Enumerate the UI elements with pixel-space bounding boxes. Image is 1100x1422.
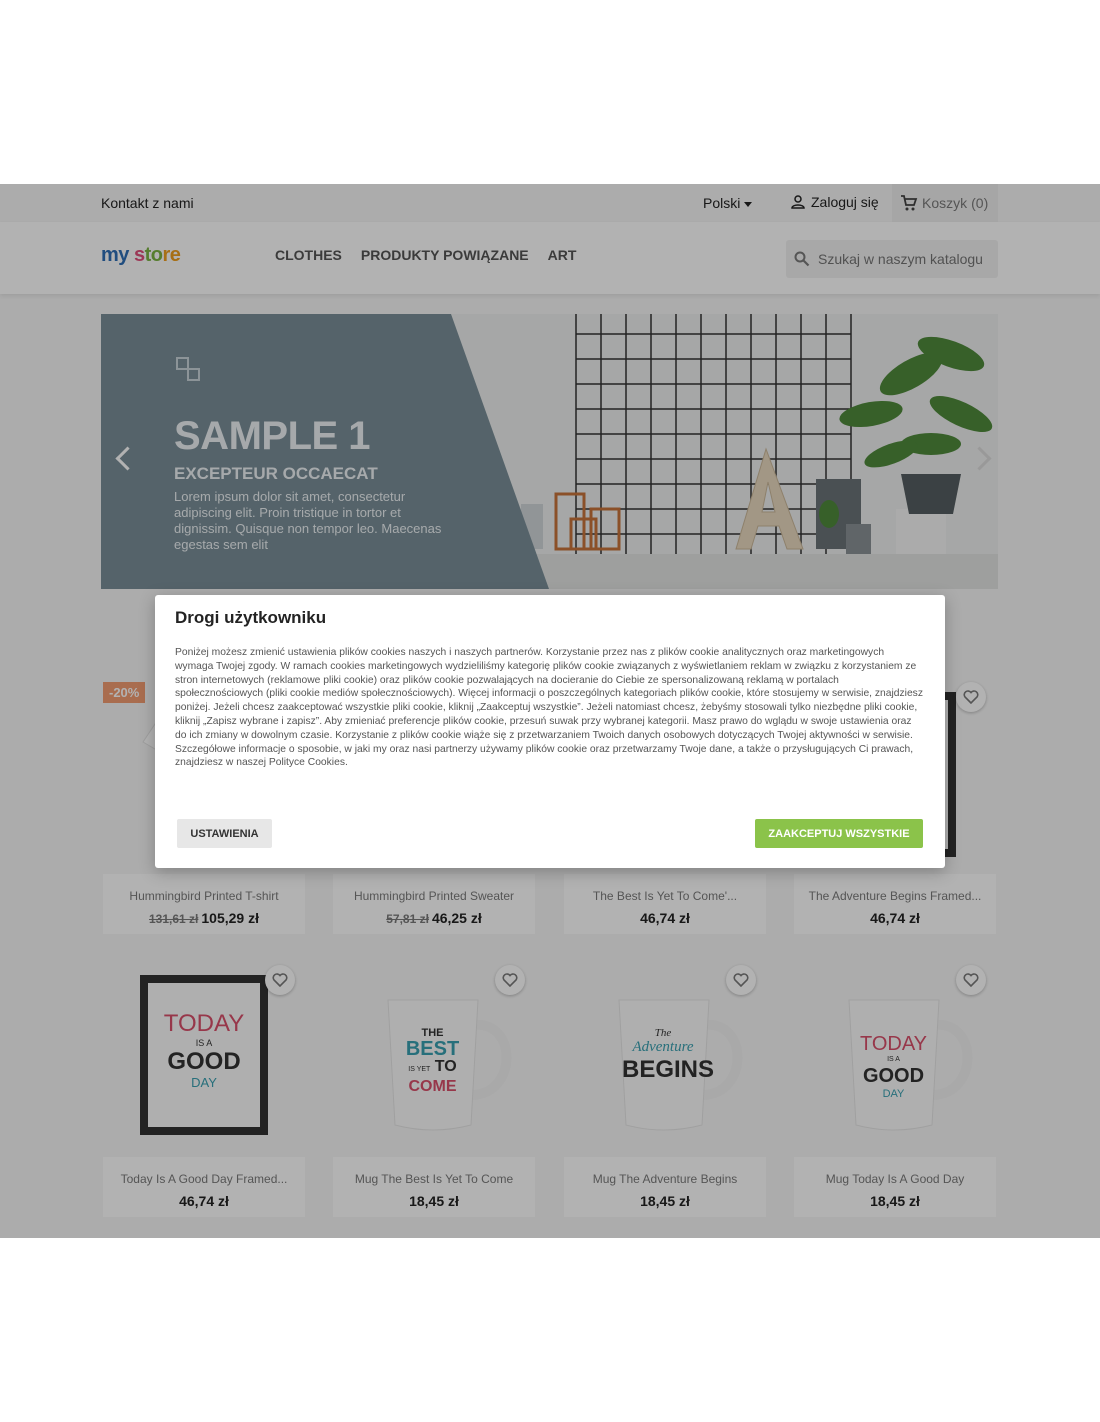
- accept-all-button[interactable]: ZAAKCEPTUJ WSZYSTKIE: [755, 819, 923, 848]
- settings-button[interactable]: USTAWIENIA: [177, 819, 272, 848]
- modal-text: Poniżej możesz zmienić ustawienia plików…: [175, 647, 923, 769]
- modal-title: Drogi użytkowniku: [175, 608, 327, 627]
- cookie-consent-modal: Drogi użytkowniku Poniżej możesz zmienić…: [155, 595, 945, 868]
